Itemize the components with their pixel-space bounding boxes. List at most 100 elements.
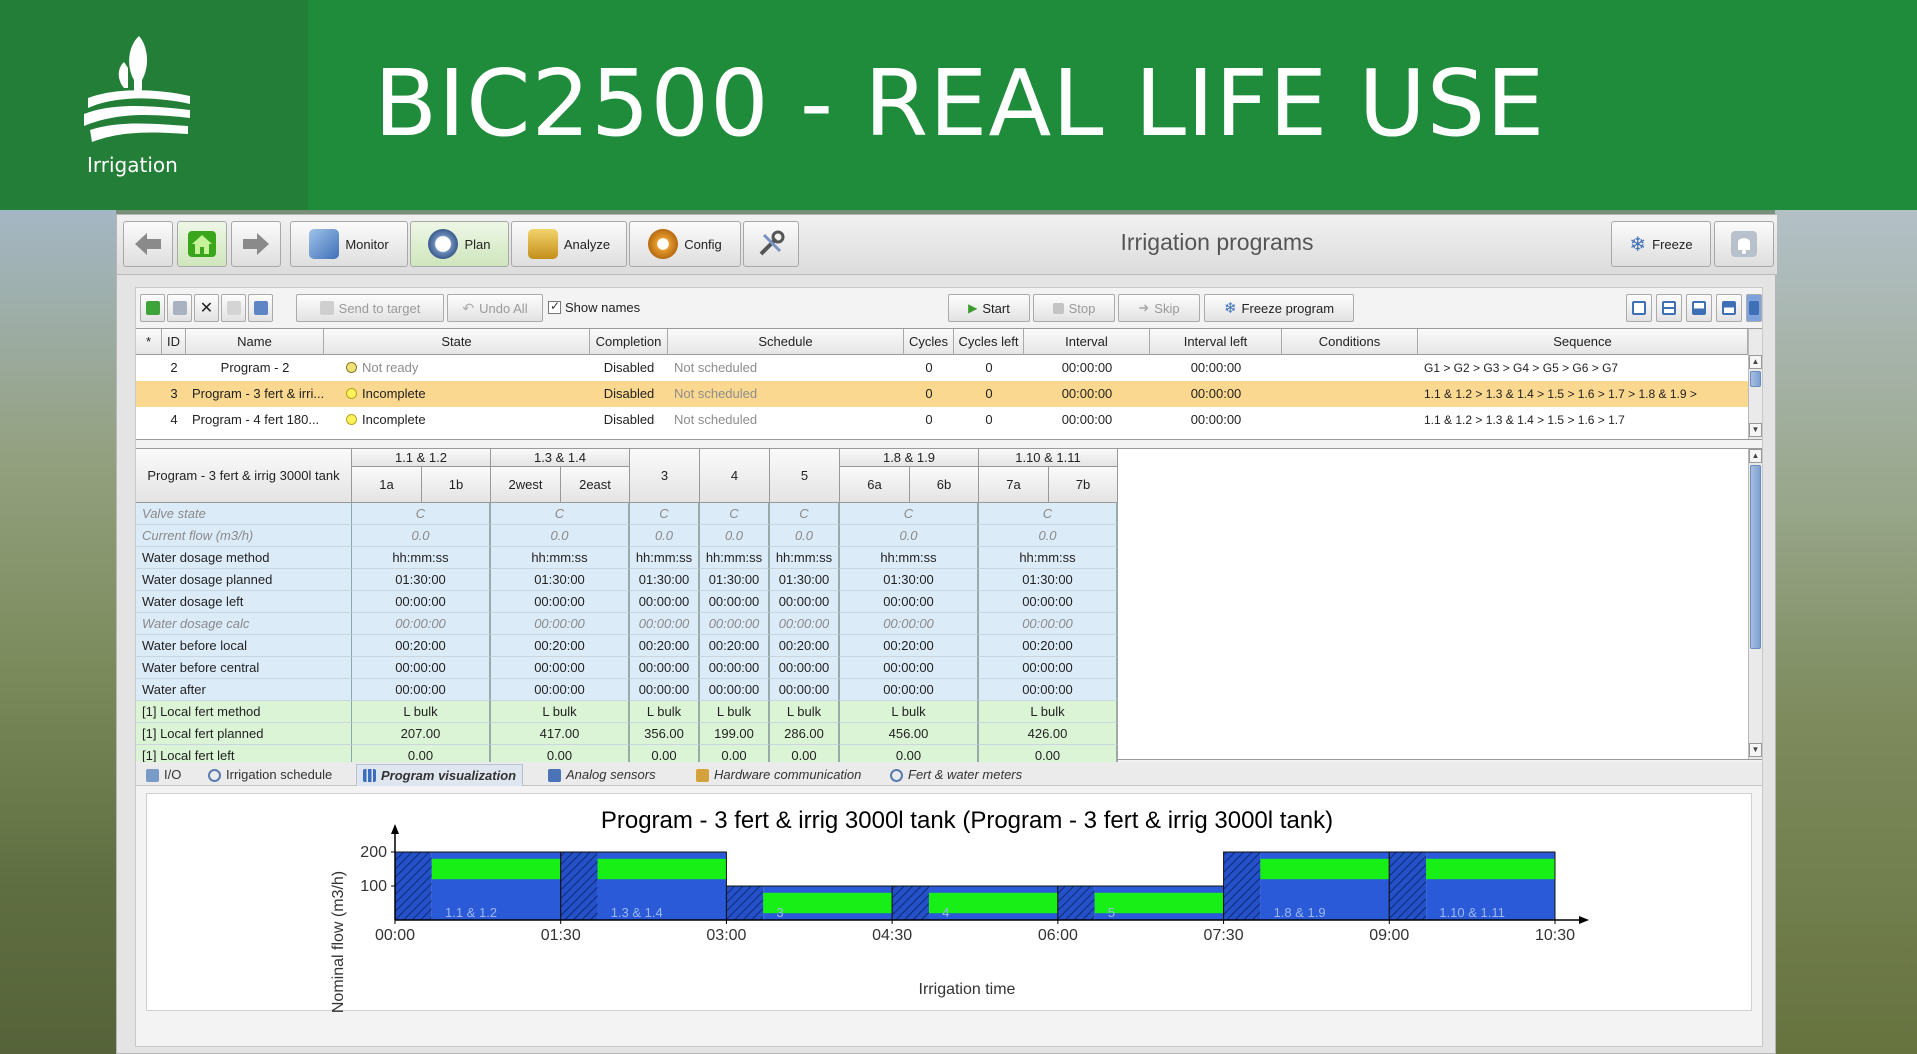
grid-cell[interactable]: 286.00	[770, 723, 840, 745]
grid-cell[interactable]: L bulk	[352, 701, 491, 723]
grid-cell[interactable]: 00:00:00	[700, 613, 770, 635]
grid-scrollbar[interactable]: ▲ ▼	[1748, 449, 1762, 759]
grid-cell[interactable]: 01:30:00	[840, 569, 979, 591]
table-row[interactable]: 4 Program - 4 fert 180... Incomplete Dis…	[136, 407, 1748, 433]
add-program-button[interactable]	[140, 294, 165, 322]
grid-cell[interactable]: 00:00:00	[491, 591, 630, 613]
home-button[interactable]	[177, 221, 227, 267]
delete-program-button[interactable]: ✕	[194, 294, 219, 322]
grid-cell[interactable]: 456.00	[840, 723, 979, 745]
grid-cell[interactable]: 00:20:00	[770, 635, 840, 657]
valve-group-header[interactable]: 1.8 & 1.9	[840, 449, 979, 467]
col-header-conditions[interactable]: Conditions	[1282, 329, 1418, 355]
grid-cell[interactable]: 199.00	[700, 723, 770, 745]
valve-sub-header[interactable]: 7a	[979, 467, 1049, 503]
layout-view-1-button[interactable]	[1626, 294, 1652, 322]
grid-cell[interactable]: 01:30:00	[700, 569, 770, 591]
grid-cell[interactable]: 00:00:00	[979, 657, 1118, 679]
grid-cell[interactable]: 00:00:00	[979, 613, 1118, 635]
export-program-button[interactable]	[248, 294, 273, 322]
scroll-up-icon[interactable]: ▲	[1749, 355, 1762, 369]
grid-cell[interactable]: 0.0	[630, 525, 700, 547]
grid-cell[interactable]: 00:00:00	[770, 613, 840, 635]
table-row[interactable]: 2 Program - 2 Not ready Disabled Not sch…	[136, 355, 1748, 381]
grid-cell[interactable]: 00:20:00	[979, 635, 1118, 657]
grid-cell[interactable]: 00:00:00	[352, 657, 491, 679]
tab-program-visualization[interactable]: Program visualization	[356, 764, 524, 786]
start-button[interactable]: ▶ Start	[948, 294, 1030, 322]
col-header-cycles-left[interactable]: Cycles left	[954, 329, 1024, 355]
grid-cell[interactable]: 00:00:00	[840, 613, 979, 635]
grid-cell[interactable]: 00:00:00	[700, 591, 770, 613]
valve-sub-header[interactable]: 6b	[910, 467, 979, 503]
grid-cell[interactable]: C	[700, 503, 770, 525]
grid-cell[interactable]: 01:30:00	[352, 569, 491, 591]
grid-cell[interactable]: L bulk	[630, 701, 700, 723]
grid-cell[interactable]: 0.0	[491, 525, 630, 547]
col-header-state[interactable]: State	[324, 329, 590, 355]
grid-cell[interactable]: 01:30:00	[770, 569, 840, 591]
show-names-toggle[interactable]: Show names	[548, 299, 640, 315]
grid-cell[interactable]: hh:mm:ss	[700, 547, 770, 569]
grid-cell[interactable]: 00:00:00	[630, 613, 700, 635]
col-header-schedule[interactable]: Schedule	[668, 329, 904, 355]
col-header-interval-left[interactable]: Interval left	[1150, 329, 1282, 355]
grid-cell[interactable]: C	[840, 503, 979, 525]
valve-group-header[interactable]: 3	[630, 449, 700, 503]
freeze-program-button[interactable]: ❄ Freeze program	[1204, 294, 1354, 322]
scroll-thumb[interactable]	[1750, 371, 1761, 387]
valve-group-header[interactable]: 4	[700, 449, 770, 503]
grid-cell[interactable]: C	[630, 503, 700, 525]
analyze-button[interactable]: Analyze	[511, 221, 627, 267]
back-button[interactable]	[123, 221, 173, 267]
grid-cell[interactable]: 0.0	[700, 525, 770, 547]
grid-cell[interactable]: 00:00:00	[840, 657, 979, 679]
grid-cell[interactable]: 00:00:00	[770, 657, 840, 679]
tab-analog-sensors[interactable]: Analog sensors	[542, 764, 662, 786]
col-header-id[interactable]: ID	[162, 329, 186, 355]
scroll-down-icon[interactable]: ▼	[1749, 423, 1762, 437]
grid-cell[interactable]: L bulk	[491, 701, 630, 723]
layout-view-5-button[interactable]	[1746, 294, 1762, 322]
valve-group-header[interactable]: 1.3 & 1.4	[491, 449, 630, 467]
skip-button[interactable]: ➜ Skip	[1118, 294, 1200, 322]
tab-hardware-communication[interactable]: Hardware communication	[690, 764, 867, 786]
undo-all-button[interactable]: ↶ Undo All	[447, 294, 543, 322]
grid-cell[interactable]: 00:00:00	[630, 657, 700, 679]
col-header-interval[interactable]: Interval	[1024, 329, 1150, 355]
layout-view-4-button[interactable]	[1716, 294, 1742, 322]
grid-cell[interactable]: 00:00:00	[491, 679, 630, 701]
valve-sub-header[interactable]: 6a	[840, 467, 910, 503]
grid-cell[interactable]: 00:00:00	[491, 613, 630, 635]
grid-cell[interactable]: hh:mm:ss	[770, 547, 840, 569]
col-header-marker[interactable]: *	[136, 329, 162, 355]
grid-cell[interactable]: 00:20:00	[491, 635, 630, 657]
grid-cell[interactable]: 00:00:00	[700, 657, 770, 679]
valve-sub-header[interactable]: 1a	[352, 467, 422, 503]
grid-cell[interactable]: 0.0	[352, 525, 491, 547]
col-header-name[interactable]: Name	[186, 329, 324, 355]
grid-cell[interactable]: 01:30:00	[630, 569, 700, 591]
scroll-up-icon[interactable]: ▲	[1749, 449, 1762, 463]
grid-cell[interactable]: L bulk	[770, 701, 840, 723]
monitor-button[interactable]: Monitor	[290, 221, 408, 267]
grid-cell[interactable]: 00:00:00	[840, 591, 979, 613]
grid-cell[interactable]: 00:20:00	[352, 635, 491, 657]
scroll-down-icon[interactable]: ▼	[1749, 743, 1762, 757]
layout-view-3-button[interactable]	[1686, 294, 1712, 322]
grid-cell[interactable]: 01:30:00	[491, 569, 630, 591]
tab-io[interactable]: I/O	[140, 764, 187, 786]
grid-cell[interactable]: 0.0	[979, 525, 1118, 547]
grid-cell[interactable]: 00:20:00	[630, 635, 700, 657]
send-to-target-button[interactable]: Send to target	[296, 294, 444, 322]
grid-cell[interactable]: 01:30:00	[979, 569, 1118, 591]
grid-cell[interactable]: C	[352, 503, 491, 525]
valve-sub-header[interactable]: 7b	[1049, 467, 1118, 503]
col-header-sequence[interactable]: Sequence	[1418, 329, 1748, 355]
grid-cell[interactable]: 356.00	[630, 723, 700, 745]
grid-cell[interactable]: hh:mm:ss	[630, 547, 700, 569]
grid-cell[interactable]: C	[770, 503, 840, 525]
grid-cell[interactable]: L bulk	[979, 701, 1118, 723]
grid-cell[interactable]: 0.0	[770, 525, 840, 547]
grid-cell[interactable]: hh:mm:ss	[840, 547, 979, 569]
